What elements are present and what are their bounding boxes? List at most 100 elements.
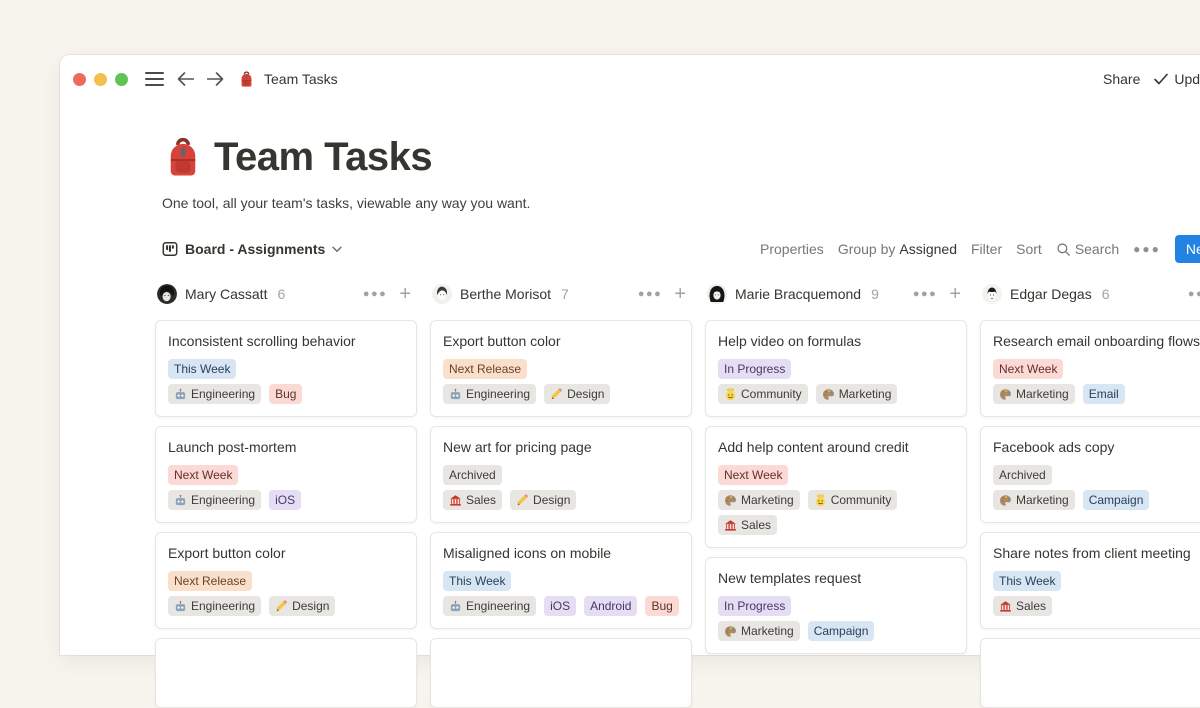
status-pill: In Progress (718, 596, 791, 616)
task-title: Export button color (443, 331, 679, 351)
avatar (157, 284, 177, 304)
task-title: Launch post-mortem (168, 437, 404, 457)
avatar (432, 284, 452, 304)
task-card[interactable]: New art for pricing pageArchivedSalesDes… (430, 426, 692, 523)
tag-pill: Marketing (993, 490, 1075, 510)
tag-pill: Android (584, 596, 637, 616)
task-title: Inconsistent scrolling behavior (168, 331, 404, 351)
tag-pill: Campaign (808, 621, 875, 641)
tag-pill: iOS (544, 596, 576, 616)
column-count: 6 (277, 286, 285, 302)
column-more-icon[interactable]: ●●● (1188, 288, 1200, 300)
bank-emoji-icon (449, 494, 462, 507)
task-title: New art for pricing page (443, 437, 679, 457)
column-more-icon[interactable]: ●●● (638, 288, 662, 300)
task-card[interactable]: Misaligned icons on mobile This Week Engin… (430, 532, 692, 629)
page-title[interactable]: Team Tasks (214, 135, 432, 180)
new-button[interactable]: New (1175, 235, 1200, 263)
tag-pill: Engineering (443, 596, 536, 616)
board-column: Marie Bracquemond 9 ●●● + Help video on form… (705, 283, 967, 708)
view-switcher[interactable]: Board - Assignments (162, 241, 342, 257)
task-title: Help video on formulas (718, 331, 954, 351)
task-card-partial[interactable] (430, 638, 692, 708)
sort-button[interactable]: Sort (1016, 241, 1042, 257)
column-header: Marie Bracquemond 9 ●●● + (705, 283, 967, 305)
tag-pill: Engineering (168, 596, 261, 616)
chevron-down-icon (332, 246, 342, 253)
window-header: Team Tasks Share Updates (60, 55, 1200, 103)
tag-pill: Community (808, 490, 898, 510)
board-view-icon (162, 241, 178, 257)
bank-emoji-icon (724, 519, 737, 532)
column-header: Mary Cassatt 6 ●●● + (155, 283, 417, 305)
palette-emoji-icon (999, 494, 1012, 507)
column-add-icon[interactable]: + (949, 285, 961, 303)
maximize-window-icon[interactable] (115, 73, 128, 86)
avatar (982, 284, 1002, 304)
halo-emoji-icon (814, 494, 827, 507)
task-card[interactable]: Launch post-mortemNext WeekEngineeringiO… (155, 426, 417, 523)
minimize-window-icon[interactable] (94, 73, 107, 86)
updates-button[interactable]: Updates (1154, 71, 1200, 87)
task-card[interactable]: Export button colorNext ReleaseEngineeri… (155, 532, 417, 629)
status-pill: Next Week (718, 465, 788, 485)
task-card-partial[interactable] (155, 638, 417, 708)
status-pill: Next Release (443, 359, 527, 379)
column-more-icon[interactable]: ●●● (913, 288, 937, 300)
task-card-partial[interactable] (980, 638, 1200, 708)
search-button[interactable]: Search (1056, 241, 1119, 257)
column-count: 7 (561, 286, 569, 302)
task-card[interactable]: Research email onboarding flowsNext Week… (980, 320, 1200, 417)
task-card[interactable]: Add help content around creditNext WeekM… (705, 426, 967, 548)
task-card[interactable]: Facebook ads copyArchivedMarketingCampai… (980, 426, 1200, 523)
column-name: Mary Cassatt (185, 286, 267, 302)
board: Mary Cassatt 6 ●●● + Inconsistent scrolling … (155, 283, 1200, 708)
updates-label: Updates (1174, 71, 1200, 87)
tag-pill: Community (718, 384, 808, 404)
tag-pill: Engineering (168, 490, 261, 510)
task-title: Share notes from client meeting (993, 543, 1200, 563)
search-icon (1056, 242, 1071, 257)
column-name: Berthe Morisot (460, 286, 551, 302)
robot-emoji-icon (174, 494, 187, 507)
halo-emoji-icon (724, 388, 737, 401)
task-card[interactable]: Inconsistent scrolling behaviorThis Week… (155, 320, 417, 417)
status-pill: Archived (443, 465, 502, 485)
group-by-button[interactable]: Group by Assigned (838, 241, 957, 257)
properties-button[interactable]: Properties (760, 241, 824, 257)
column-name: Edgar Degas (1010, 286, 1092, 302)
robot-emoji-icon (449, 600, 462, 613)
column-count: 9 (871, 286, 879, 302)
column-header: Berthe Morisot 7 ●●● + (430, 283, 692, 305)
group-by-value: Assigned (899, 241, 957, 257)
palette-emoji-icon (999, 388, 1012, 401)
view-name: Board - Assignments (185, 241, 325, 257)
forward-arrow-icon[interactable] (207, 72, 224, 86)
column-add-icon[interactable]: + (674, 285, 686, 303)
column-name: Marie Bracquemond (735, 286, 861, 302)
status-pill: This Week (443, 571, 511, 591)
column-add-icon[interactable]: + (399, 285, 411, 303)
status-pill: In Progress (718, 359, 791, 379)
more-options-icon[interactable]: ●●● (1133, 242, 1161, 256)
task-title: Misaligned icons on mobile (443, 543, 679, 563)
task-card[interactable]: Share notes from client meetingThis Week… (980, 532, 1200, 629)
tag-pill: Marketing (718, 490, 800, 510)
column-more-icon[interactable]: ●●● (363, 288, 387, 300)
share-button[interactable]: Share (1103, 71, 1140, 87)
filter-button[interactable]: Filter (971, 241, 1002, 257)
task-card[interactable]: Export button colorNext ReleaseEngineeri… (430, 320, 692, 417)
page-subtitle[interactable]: One tool, all your team's tasks, viewabl… (162, 195, 530, 211)
column-header: Edgar Degas6●●●+ (980, 283, 1200, 305)
task-card[interactable]: Help video on formulas In Progress Communi… (705, 320, 967, 417)
pencil-emoji-icon (550, 388, 563, 401)
palette-emoji-icon (724, 625, 737, 638)
tag-pill: Design (269, 596, 335, 616)
window-doc-title: Team Tasks (264, 71, 338, 87)
back-arrow-icon[interactable] (177, 72, 194, 86)
menu-icon[interactable] (145, 72, 164, 86)
task-card[interactable]: New templates requestIn ProgressMarketin… (705, 557, 967, 654)
tag-pill: Engineering (168, 384, 261, 404)
close-window-icon[interactable] (73, 73, 86, 86)
check-icon (1154, 73, 1168, 85)
